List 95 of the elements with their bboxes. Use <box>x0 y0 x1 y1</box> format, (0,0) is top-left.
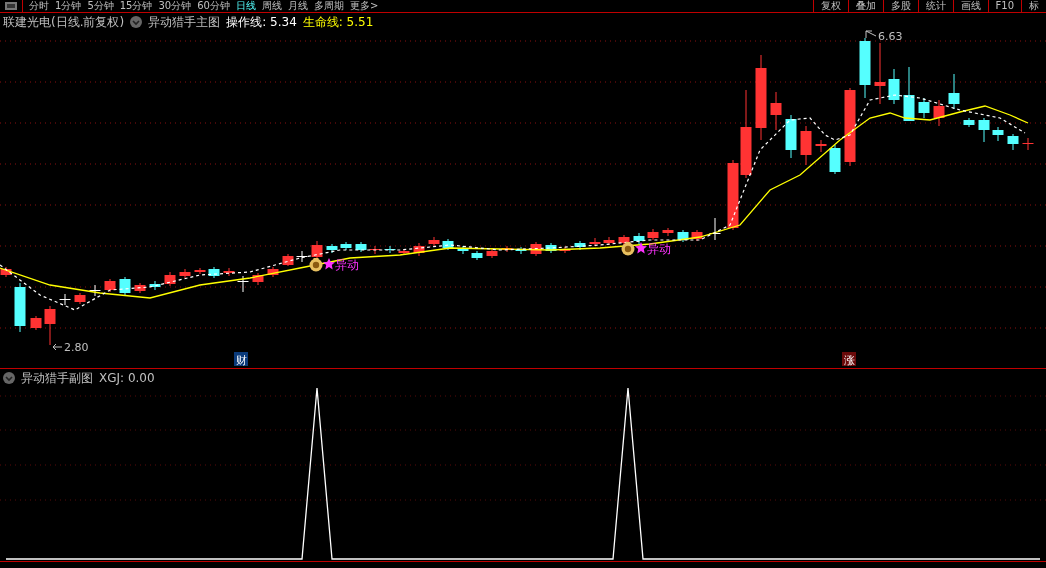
candlestick <box>164 271 176 287</box>
candlestick <box>530 241 542 257</box>
candlestick <box>589 237 601 247</box>
candlestick <box>633 232 645 245</box>
candlestick <box>413 242 425 257</box>
candlestick <box>74 292 86 305</box>
candlestick <box>574 240 586 251</box>
high-price-label: 6.63 <box>878 30 903 43</box>
indicator-name: 异动猎手主图 <box>148 13 221 31</box>
candlestick <box>1007 133 1019 151</box>
candlestick <box>267 266 279 278</box>
candlestick <box>326 243 338 254</box>
candlestick <box>442 238 454 251</box>
period-tab[interactable]: 分时 <box>29 0 49 12</box>
candlestick <box>471 250 483 261</box>
window-icon[interactable] <box>5 2 17 10</box>
candlestick <box>785 114 797 159</box>
candlestick <box>677 229 689 243</box>
arrow-icon <box>52 343 63 351</box>
candlestick <box>252 272 264 286</box>
candlestick <box>888 68 900 105</box>
candlestick <box>14 282 26 333</box>
candlestick <box>457 245 469 255</box>
event-tag[interactable]: 财 <box>234 352 248 367</box>
money-bag-icon <box>309 258 323 272</box>
candlestick <box>296 250 308 263</box>
candlestick <box>311 240 323 259</box>
candlestick <box>647 228 659 241</box>
candlestick <box>978 117 990 143</box>
flag-icon <box>865 30 877 39</box>
period-tab[interactable]: 60分钟 <box>197 0 230 12</box>
period-tab[interactable]: 多周期 <box>313 0 344 12</box>
candlestick <box>398 248 410 256</box>
period-tab[interactable]: 5分钟 <box>87 0 114 12</box>
candlestick <box>149 280 161 291</box>
candlestick <box>340 241 352 251</box>
period-tab[interactable]: 日线 <box>235 0 256 12</box>
candlestick <box>515 246 527 255</box>
indicator-value: XGJ: 0.00 <box>99 371 155 385</box>
candlestick <box>89 284 101 297</box>
period-tab[interactable]: 1分钟 <box>55 0 82 12</box>
candlestick <box>355 241 367 253</box>
stock-title: 联建光电(日线.前复权) <box>3 13 125 31</box>
indicator-value: 操作线: 5.34 <box>226 13 297 31</box>
candlestick <box>369 245 381 255</box>
signal-label: 异动 <box>647 242 671 256</box>
dropdown-icon[interactable] <box>130 16 143 28</box>
candlestick <box>770 91 782 131</box>
candlestick <box>859 37 871 99</box>
money-bag-icon <box>621 242 635 256</box>
candlestick <box>282 253 294 267</box>
star-icon <box>323 258 335 270</box>
event-tag[interactable]: 涨 <box>842 352 856 367</box>
candlestick <box>903 66 915 122</box>
candlestick <box>992 126 1004 142</box>
candlestick <box>963 117 975 128</box>
period-tab[interactable]: 周线 <box>261 0 282 12</box>
period-tab[interactable]: 15分钟 <box>119 0 153 12</box>
indicator-value: 生命线: 5.51 <box>302 13 374 31</box>
candlestick <box>0 266 12 278</box>
low-price-label: 2.80 <box>64 341 89 354</box>
candlestick <box>119 276 131 296</box>
period-tab[interactable]: 更多> <box>349 0 379 12</box>
candlestick <box>800 125 812 166</box>
candlestick <box>559 246 571 254</box>
candlestick <box>1022 137 1034 151</box>
candlestick <box>829 144 841 175</box>
candlestick <box>948 73 960 110</box>
candlestick <box>194 267 206 275</box>
indicator-name: 异动猎手副图 <box>21 369 93 387</box>
candlestick <box>223 267 235 277</box>
candlestick <box>727 159 739 231</box>
star-icon <box>635 242 647 254</box>
candlestick <box>815 139 827 153</box>
candlestick <box>237 275 249 293</box>
candlestick <box>918 97 930 119</box>
candlestick <box>428 236 440 247</box>
candlestick <box>208 266 220 279</box>
candlestick <box>545 242 557 254</box>
candlestick <box>44 305 56 346</box>
candlestick <box>59 293 71 306</box>
period-tab[interactable]: 30分钟 <box>158 0 192 12</box>
candlestick <box>933 99 945 127</box>
candlestick <box>662 227 674 237</box>
signal-label: 异动 <box>335 258 359 272</box>
candlestick <box>874 42 886 105</box>
candlestick <box>30 315 42 331</box>
candlestick <box>603 236 615 246</box>
candlestick <box>104 278 116 293</box>
dropdown-icon[interactable] <box>3 372 15 384</box>
candlestick <box>134 282 146 294</box>
candlestick <box>486 247 498 259</box>
period-tab[interactable]: 月线 <box>287 0 308 12</box>
candlestick <box>179 268 191 279</box>
candlestick <box>691 229 703 242</box>
